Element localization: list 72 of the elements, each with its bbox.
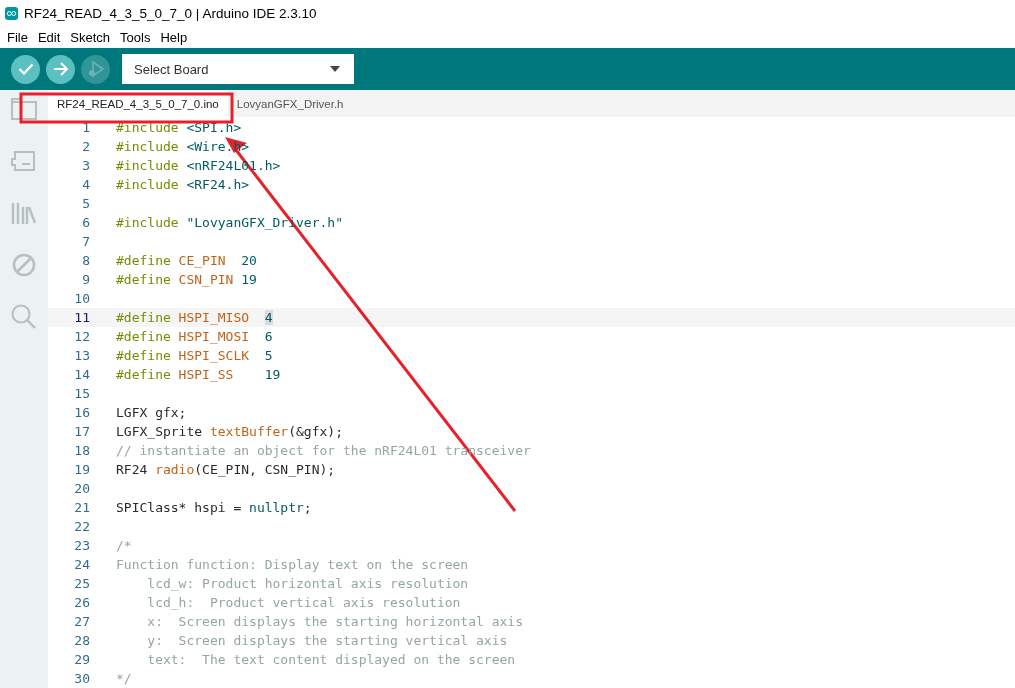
line-number: 1 <box>81 120 90 135</box>
code-line: lcd_h: Product vertical axis resolution <box>146 595 461 610</box>
app-logo-icon <box>5 6 18 20</box>
code-line: SPIClass* hspi = nullptr; <box>116 500 312 515</box>
search-icon <box>11 304 37 330</box>
file-tab[interactable]: RF24_READ_4_3_5_0_7_0.ino <box>48 90 228 117</box>
code-line: #define HSPI_MISO 4 <box>116 310 273 325</box>
books-icon <box>11 201 37 225</box>
line-number: 27 <box>73 614 90 629</box>
line-number: 5 <box>81 196 90 211</box>
code-line: RF24 radio(CE_PIN, CSN_PIN); <box>116 462 336 477</box>
code-line: y: Screen displays the starting vertical axis <box>146 633 508 648</box>
menu-item[interactable]: Tools <box>115 29 156 45</box>
code-line: Function function: Display text on the screen <box>116 557 469 572</box>
code-line: #define CSN_PIN 19 <box>116 272 257 287</box>
line-number: 22 <box>73 519 90 534</box>
line-number: 23 <box>73 538 90 553</box>
window-title: RF24_READ_4_3_5_0_7_0 | Arduino IDE 2.3.10 <box>24 5 317 21</box>
line-number: 14 <box>73 367 90 382</box>
line-number: 29 <box>73 652 90 667</box>
upload-button[interactable] <box>46 54 75 84</box>
code-line: #include <RF24.h> <box>116 177 250 192</box>
code-line: #define HSPI_MOSI 6 <box>116 329 273 344</box>
code-line: #include <SPI.h> <box>116 120 242 135</box>
line-number: 20 <box>73 481 90 496</box>
line-number: 2 <box>81 139 90 154</box>
line-number: 3 <box>81 158 90 173</box>
check-icon <box>17 63 34 75</box>
code-line: text: The text content displayed on the screen <box>146 652 516 667</box>
verify-button[interactable] <box>11 54 40 84</box>
code-line: #define HSPI_SCLK 5 <box>116 348 273 363</box>
board-icon <box>11 150 37 172</box>
code-line: */ <box>116 671 132 686</box>
menu-item[interactable]: Edit <box>32 29 66 45</box>
folder-icon <box>11 98 37 120</box>
line-number: 24 <box>73 557 90 572</box>
sketchbook-button[interactable] <box>9 95 39 123</box>
code-line: lcd_w: Product horizontal axis resolution <box>146 576 469 591</box>
line-number: 16 <box>73 405 90 420</box>
menu-item[interactable]: Sketch <box>65 29 116 45</box>
menu-item[interactable]: File <box>2 29 33 45</box>
line-number: 13 <box>73 348 90 363</box>
line-number: 8 <box>81 253 90 268</box>
line-number: 4 <box>81 177 90 192</box>
line-number: 21 <box>73 500 90 515</box>
line-number: 19 <box>73 462 90 477</box>
line-number: 15 <box>73 386 90 401</box>
line-number: 6 <box>81 215 90 230</box>
code-line: #define HSPI_SS 19 <box>116 367 281 382</box>
line-number: 11 <box>73 310 90 325</box>
caret-icon <box>330 66 340 72</box>
code-line: /* <box>116 538 132 553</box>
code-line: x: Screen displays the starting horizontal axis <box>146 614 523 629</box>
line-number: 26 <box>73 595 90 610</box>
no-entry-icon <box>12 253 36 277</box>
line-number: 12 <box>73 329 90 344</box>
line-number: 10 <box>73 291 90 306</box>
code-line: #define CE_PIN 20 <box>116 253 257 268</box>
arrow-right-icon <box>52 62 69 76</box>
line-number: 28 <box>73 633 90 648</box>
line-number: 17 <box>73 424 90 439</box>
line-number: 30 <box>73 671 90 686</box>
line-number: 7 <box>81 234 90 249</box>
line-number: 9 <box>81 272 90 287</box>
line-number: 18 <box>73 443 90 458</box>
code-line: LGFX_Sprite textBuffer(&gfx); <box>116 424 343 439</box>
play-bug-icon <box>86 60 105 78</box>
line-number: 25 <box>73 576 90 591</box>
file-tab[interactable]: LovyanGFX_Driver.h <box>227 90 353 117</box>
board-select[interactable]: Select Board <box>122 54 354 84</box>
code-line: LGFX gfx; <box>116 405 187 420</box>
menu-item[interactable]: Help <box>155 29 193 45</box>
